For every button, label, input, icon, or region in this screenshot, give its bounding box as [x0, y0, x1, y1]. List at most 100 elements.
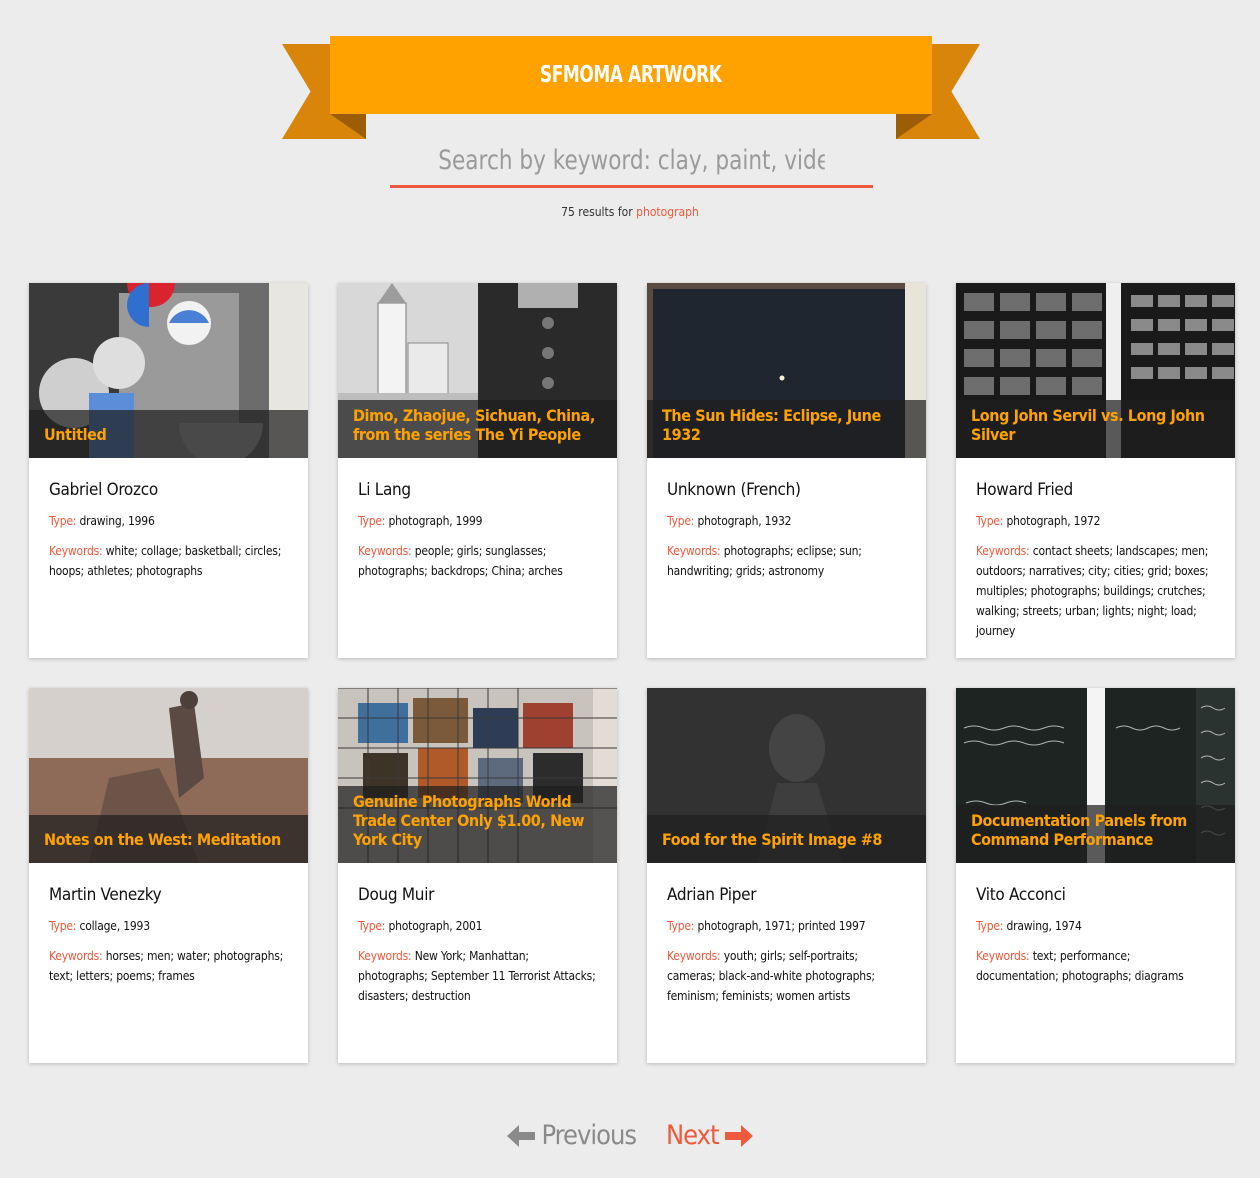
type-value: photograph, 1999	[388, 514, 483, 528]
card-body: Vito Acconci Type: drawing, 1974 Keyword…	[956, 863, 1235, 986]
artwork-card[interactable]: Dimo, Zhaojue, Sichuan, China, from the …	[338, 283, 617, 658]
artwork-card[interactable]: Documentation Panels from Command Perfor…	[956, 688, 1235, 1063]
keywords-line: Keywords: contact sheets; landscapes; me…	[976, 541, 1215, 641]
artist-name: Adrian Piper	[667, 885, 757, 905]
artwork-image[interactable]: Long John Servil vs. Long John Silver	[956, 283, 1235, 458]
type-label: Type:	[976, 919, 1004, 933]
artist-name: Vito Acconci	[976, 885, 1066, 905]
type-label: Type:	[976, 514, 1004, 528]
keywords-label: Keywords:	[49, 544, 103, 558]
artwork-card[interactable]: Genuine Photographs World Trade Center O…	[338, 688, 617, 1063]
artwork-image[interactable]: Food for the Spirit Image #8	[647, 688, 926, 863]
card-title-bar: Documentation Panels from Command Perfor…	[956, 805, 1235, 863]
keywords-label: Keywords:	[976, 949, 1030, 963]
next-button[interactable]: Next	[666, 1120, 753, 1151]
keywords-line: Keywords: horses; men; water; photograph…	[49, 946, 288, 986]
type-line: Type: photograph, 1999	[358, 511, 597, 531]
arrow-left-icon	[507, 1124, 536, 1147]
card-title[interactable]: Food for the Spirit Image #8	[662, 830, 882, 849]
type-label: Type:	[667, 514, 695, 528]
artwork-image[interactable]: Dimo, Zhaojue, Sichuan, China, from the …	[338, 283, 617, 458]
results-term-link[interactable]: photograph	[636, 205, 699, 219]
artist-name: Doug Muir	[358, 885, 435, 905]
card-body: Doug Muir Type: photograph, 2001 Keyword…	[338, 863, 617, 1006]
artist-name: Martin Venezky	[49, 885, 162, 905]
card-title[interactable]: Documentation Panels from Command Perfor…	[971, 811, 1221, 849]
card-title-bar: The Sun Hides: Eclipse, June 1932	[647, 400, 926, 458]
card-title[interactable]: Notes on the West: Meditation	[44, 830, 281, 849]
type-label: Type:	[49, 919, 77, 933]
arrow-right-icon	[724, 1124, 753, 1147]
type-line: Type: drawing, 1974	[976, 916, 1215, 936]
card-title[interactable]: Untitled	[44, 425, 107, 444]
type-line: Type: photograph, 1932	[667, 511, 906, 531]
keywords-line: Keywords: photographs; eclipse; sun; han…	[667, 541, 906, 581]
type-value: drawing, 1996	[79, 514, 155, 528]
card-title-bar: Untitled	[29, 410, 308, 458]
type-label: Type:	[358, 514, 386, 528]
card-title-bar: Dimo, Zhaojue, Sichuan, China, from the …	[338, 400, 617, 458]
type-label: Type:	[49, 514, 77, 528]
type-value: photograph, 2001	[388, 919, 483, 933]
artwork-image[interactable]: Documentation Panels from Command Perfor…	[956, 688, 1235, 863]
keywords-line: Keywords: youth; girls; self-portraits; …	[667, 946, 906, 1006]
artwork-image[interactable]: Genuine Photographs World Trade Center O…	[338, 688, 617, 863]
type-value: photograph, 1972	[1006, 514, 1101, 528]
artwork-image[interactable]: Untitled	[29, 283, 308, 458]
search-input[interactable]	[438, 138, 825, 182]
artwork-image[interactable]: Notes on the West: Meditation	[29, 688, 308, 863]
card-body: Adrian Piper Type: photograph, 1971; pri…	[647, 863, 926, 1006]
keywords-label: Keywords:	[358, 949, 412, 963]
card-body: Gabriel Orozco Type: drawing, 1996 Keywo…	[29, 458, 308, 581]
artwork-grid: Untitled Gabriel Orozco Type: drawing, 1…	[29, 283, 1235, 1063]
type-label: Type:	[667, 919, 695, 933]
artist-name: Li Lang	[358, 480, 411, 500]
type-line: Type: photograph, 1972	[976, 511, 1215, 531]
keywords-line: Keywords: text; performance; documentati…	[976, 946, 1215, 986]
keywords-label: Keywords:	[667, 544, 721, 558]
artist-name: Gabriel Orozco	[49, 480, 158, 500]
keywords-line: Keywords: people; girls; sunglasses; pho…	[358, 541, 597, 581]
keywords-label: Keywords:	[49, 949, 103, 963]
previous-label: Previous	[541, 1120, 637, 1151]
results-count-text: 75 results for	[561, 205, 633, 219]
artwork-image[interactable]: The Sun Hides: Eclipse, June 1932	[647, 283, 926, 458]
artwork-card[interactable]: Untitled Gabriel Orozco Type: drawing, 1…	[29, 283, 308, 658]
artwork-card[interactable]: Food for the Spirit Image #8 Adrian Pipe…	[647, 688, 926, 1063]
page-title: SFMOMA ARTWORK	[540, 62, 722, 88]
next-label: Next	[666, 1120, 720, 1151]
artwork-card[interactable]: Long John Servil vs. Long John Silver Ho…	[956, 283, 1235, 658]
results-count: 75 results for photograph	[0, 205, 1260, 219]
type-line: Type: photograph, 2001	[358, 916, 597, 936]
artist-name: Unknown (French)	[667, 480, 801, 500]
card-title[interactable]: Genuine Photographs World Trade Center O…	[353, 792, 603, 849]
card-title[interactable]: Dimo, Zhaojue, Sichuan, China, from the …	[353, 406, 603, 444]
type-line: Type: photograph, 1971; printed 1997	[667, 916, 906, 936]
artist-name: Howard Fried	[976, 480, 1073, 500]
card-body: Howard Fried Type: photograph, 1972 Keyw…	[956, 458, 1235, 641]
previous-button[interactable]: Previous	[507, 1120, 637, 1151]
type-line: Type: collage, 1993	[49, 916, 288, 936]
keywords-value: contact sheets; landscapes; men; outdoor…	[976, 544, 1209, 638]
card-title-bar: Notes on the West: Meditation	[29, 815, 308, 863]
keywords-label: Keywords:	[358, 544, 412, 558]
card-title-bar: Genuine Photographs World Trade Center O…	[338, 786, 617, 863]
type-line: Type: drawing, 1996	[49, 511, 288, 531]
card-title[interactable]: The Sun Hides: Eclipse, June 1932	[662, 406, 912, 444]
ribbon: SFMOMA ARTWORK	[330, 36, 932, 114]
artwork-card[interactable]: The Sun Hides: Eclipse, June 1932 Unknow…	[647, 283, 926, 658]
keywords-line: Keywords: New York; Manhattan; photograp…	[358, 946, 597, 1006]
card-body: Martin Venezky Type: collage, 1993 Keywo…	[29, 863, 308, 986]
type-value: photograph, 1932	[697, 514, 792, 528]
header-banner: SFMOMA ARTWORK	[282, 36, 980, 139]
type-label: Type:	[358, 919, 386, 933]
keywords-line: Keywords: white; collage; basketball; ci…	[49, 541, 288, 581]
search-box	[390, 138, 873, 188]
card-title-bar: Long John Servil vs. Long John Silver	[956, 400, 1235, 458]
card-title[interactable]: Long John Servil vs. Long John Silver	[971, 406, 1221, 444]
card-body: Li Lang Type: photograph, 1999 Keywords:…	[338, 458, 617, 581]
card-body: Unknown (French) Type: photograph, 1932 …	[647, 458, 926, 581]
keywords-label: Keywords:	[976, 544, 1030, 558]
artwork-card[interactable]: Notes on the West: Meditation Martin Ven…	[29, 688, 308, 1063]
type-value: collage, 1993	[79, 919, 150, 933]
